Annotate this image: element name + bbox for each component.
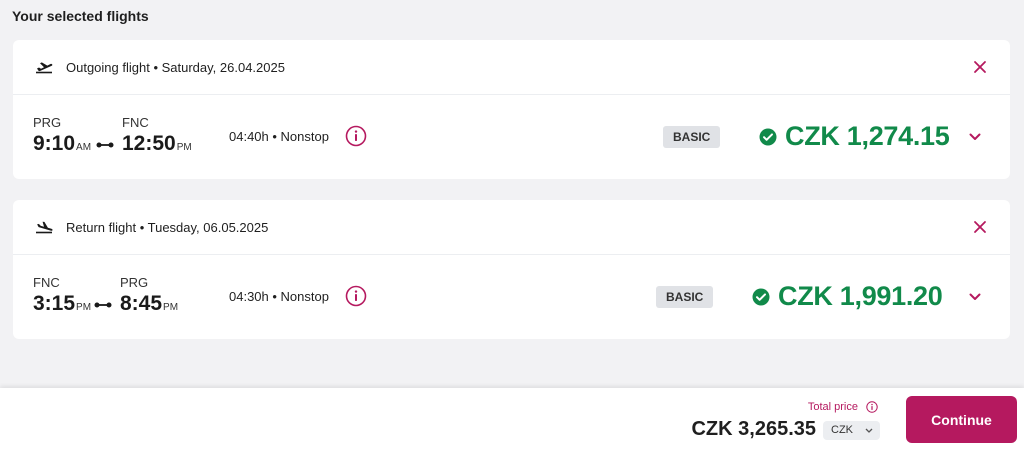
flight-card-header: Return flight • Tuesday, 06.05.2025: [13, 200, 1010, 255]
chevron-down-icon[interactable]: [968, 290, 982, 304]
flight-header-text: Outgoing flight • Saturday, 26.04.2025: [66, 59, 285, 75]
arrival-time-value: 12:50: [122, 132, 176, 155]
arrival-time: 8:45PM: [120, 291, 178, 321]
price-summary-footer: Total price CZK 3,265.35 CZK Continue: [0, 388, 1024, 449]
info-icon[interactable]: [345, 285, 367, 307]
flight-card-body: FNC 3:15PM PRG 8:45PM 04:30h • Nonstop B…: [13, 255, 1010, 339]
plane-arrival-icon: [36, 221, 53, 234]
return-flight-card: Return flight • Tuesday, 06.05.2025 FNC …: [13, 200, 1010, 339]
total-price-label: Total price: [807, 401, 858, 413]
departure-info: PRG 9:10AM: [33, 115, 91, 161]
outgoing-flight-card: Outgoing flight • Saturday, 26.04.2025 P…: [13, 40, 1010, 179]
departure-time-value: 9:10: [33, 132, 76, 155]
flight-duration: 04:40h • Nonstop: [229, 129, 329, 144]
fare-badge: BASIC: [656, 286, 714, 308]
total-price-value: CZK 3,265.35: [691, 418, 816, 440]
flight-header-text: Return flight • Tuesday, 06.05.2025: [66, 219, 269, 235]
route-connector-icon: [94, 302, 112, 308]
check-circle-icon: [759, 128, 777, 146]
arrival-time-value: 8:45: [120, 292, 163, 315]
departure-airport-code: FNC: [33, 275, 60, 290]
flight-price: CZK 1,274.15: [785, 121, 950, 151]
arrival-ampm: PM: [163, 302, 179, 313]
arrival-time: 12:50PM: [122, 131, 192, 161]
close-icon[interactable]: [972, 219, 988, 235]
departure-airport-code: PRG: [33, 115, 62, 130]
chevron-down-icon[interactable]: [968, 130, 982, 144]
currency-select[interactable]: CZK: [823, 421, 880, 440]
flight-card-body: PRG 9:10AM FNC 12:50PM 04:40h • Nonstop …: [13, 95, 1010, 179]
arrival-info: FNC 12:50PM: [122, 115, 192, 161]
route-connector-icon: [96, 142, 114, 148]
arrival-ampm: PM: [176, 142, 192, 153]
check-circle-icon: [752, 288, 770, 306]
flight-card-header: Outgoing flight • Saturday, 26.04.2025: [13, 40, 1010, 95]
continue-button[interactable]: Continue: [906, 396, 1017, 443]
departure-ampm: PM: [76, 302, 92, 313]
currency-select-value: CZK: [831, 424, 853, 436]
fare-badge: BASIC: [663, 126, 721, 148]
info-icon[interactable]: [345, 125, 367, 147]
departure-ampm: AM: [76, 142, 92, 153]
info-icon[interactable]: [866, 401, 878, 413]
chevron-down-icon: [865, 428, 873, 433]
departure-time-value: 3:15: [33, 292, 76, 315]
close-icon[interactable]: [972, 59, 988, 75]
flight-duration: 04:30h • Nonstop: [229, 289, 329, 304]
arrival-airport-code: PRG: [120, 275, 149, 290]
departure-time: 3:15PM: [33, 291, 91, 321]
departure-time: 9:10AM: [33, 131, 91, 161]
arrival-airport-code: FNC: [122, 115, 149, 130]
plane-departure-icon: [36, 62, 53, 74]
departure-info: FNC 3:15PM: [33, 275, 91, 321]
arrival-info: PRG 8:45PM: [120, 275, 178, 321]
page-title: Your selected flights: [12, 8, 149, 24]
flight-price: CZK 1,991.20: [778, 281, 943, 311]
